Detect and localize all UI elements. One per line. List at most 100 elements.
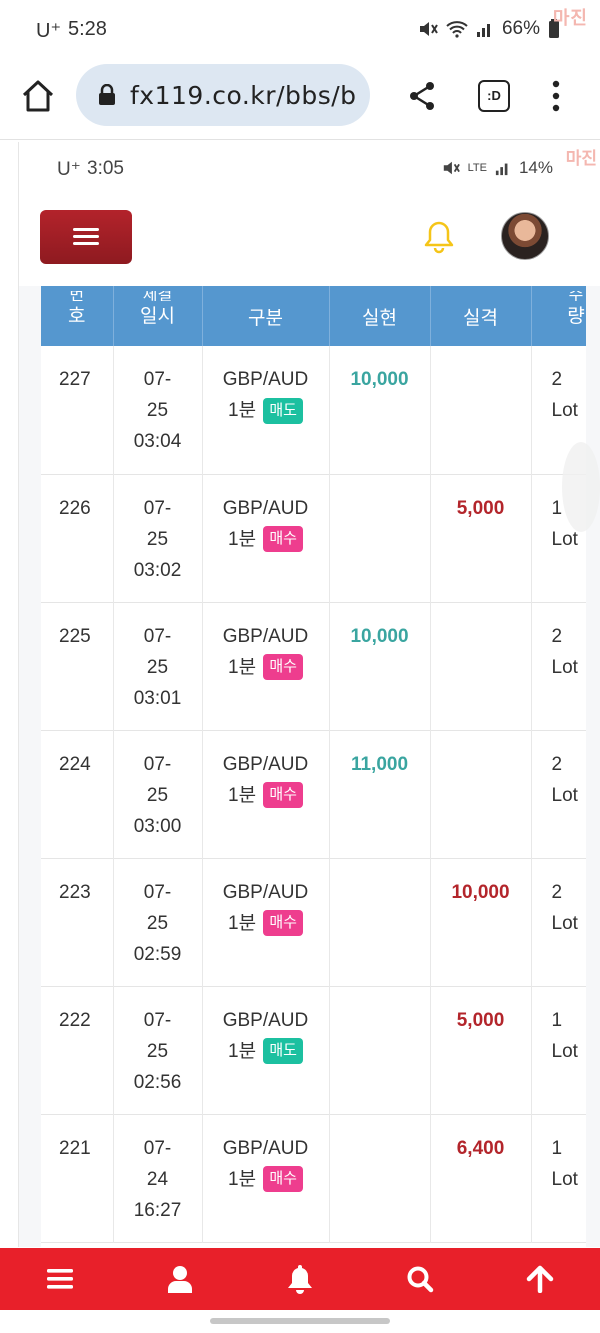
trade-type: GBP/AUD 1분 매도: [202, 986, 330, 1114]
side-badge: 매도: [263, 397, 303, 424]
trade-profit: [329, 474, 431, 602]
trade-loss: [430, 602, 532, 730]
mute-icon: [419, 22, 438, 36]
trade-profit: 10,000: [329, 602, 431, 730]
lock-icon: [99, 84, 115, 105]
trade-quantity: 1 Lot: [531, 986, 586, 1114]
trade-profit: 11,000: [329, 730, 431, 858]
network-label: LTE: [467, 162, 487, 174]
trade-history-table: 번호 체결 일시 구분 실현 실격 수량 227 07- 25 03:04 GBP/AUD…: [41, 286, 586, 1247]
trade-datetime: 07- 25 02:56: [113, 986, 203, 1114]
trade-datetime: 07- 25 03:01: [113, 602, 203, 730]
phone-status-bar: U⁺ 5:28 66% 마진: [0, 0, 600, 58]
trade-type: GBP/AUD 1분 매도: [202, 346, 330, 474]
trade-profit: 10,000: [329, 346, 431, 474]
trade-profit: [329, 986, 431, 1114]
col-header-no: 번호: [41, 286, 114, 346]
col-header-qty: 수량: [531, 286, 586, 346]
trade-loss: [430, 346, 532, 474]
trade-type: GBP/AUD 1분 매수: [202, 1114, 330, 1242]
watermark-logo: 마진: [565, 149, 597, 168]
trade-profit: [329, 1114, 431, 1242]
status-icons: 66%: [418, 18, 560, 40]
table-header-row: 번호 체결 일시 구분 실현 실격 수량: [41, 286, 586, 346]
inner-carrier: U⁺: [57, 159, 81, 180]
site-header: [19, 190, 600, 286]
table-row[interactable]: 222 07- 25 02:56 GBP/AUD 1분 매도 5,000 1 Lot: [41, 986, 586, 1114]
trade-quantity: 2 Lot: [531, 602, 586, 730]
trade-number: 226: [41, 474, 114, 602]
trade-datetime: 07- 25 02:59: [113, 858, 203, 986]
notification-bell-icon[interactable]: [423, 220, 455, 254]
embedded-screenshot: U⁺ 3:05 LTE 14% 마진 번호 체결 일시 구분 실현 실격 수 량…: [18, 142, 600, 1247]
menu-icon[interactable]: [40, 1259, 80, 1299]
gesture-handle[interactable]: [210, 1318, 390, 1324]
col-header-type: 구분: [202, 286, 330, 346]
watermark-logo: 마진: [552, 8, 588, 28]
trade-datetime: 07- 25 03:04: [113, 346, 203, 474]
trade-datetime: 07- 25 03:02: [113, 474, 203, 602]
side-badge: 매수: [263, 526, 303, 553]
inner-status-icons: LTE 14%: [442, 158, 553, 178]
trade-number: 222: [41, 986, 114, 1114]
browser-toolbar: fx119.co.kr/bbs/b :D: [0, 58, 600, 140]
trade-loss: 10,000: [430, 858, 532, 986]
trade-datetime: 07- 25 03:00: [113, 730, 203, 858]
arrow-up-icon[interactable]: [520, 1259, 560, 1299]
trade-number: 224: [41, 730, 114, 858]
trade-number: 223: [41, 858, 114, 986]
battery-percent: 66%: [501, 18, 540, 39]
bottom-navigation: [0, 1248, 600, 1310]
trade-loss: [430, 730, 532, 858]
scroll-handle[interactable]: [562, 442, 600, 532]
trade-type: GBP/AUD 1분 매수: [202, 602, 330, 730]
trade-type: GBP/AUD 1분 매수: [202, 730, 330, 858]
col-header-datetime: 체결 일시: [113, 286, 203, 346]
signal-icon: [476, 24, 490, 37]
side-badge: 매수: [263, 1166, 303, 1193]
trade-type: GBP/AUD 1분 매수: [202, 474, 330, 602]
side-badge: 매수: [263, 782, 303, 809]
trade-number: 225: [41, 602, 114, 730]
trade-type: GBP/AUD 1분 매수: [202, 858, 330, 986]
avatar[interactable]: [501, 212, 549, 260]
home-icon[interactable]: [20, 78, 56, 114]
table-row[interactable]: 223 07- 25 02:59 GBP/AUD 1분 매수 10,000 2 Lot: [41, 858, 586, 986]
table-row[interactable]: 225 07- 25 03:01 GBP/AUD 1분 매수 10,000 2 Lot: [41, 602, 586, 730]
mute-icon: [443, 161, 460, 175]
trade-loss: 6,400: [430, 1114, 532, 1242]
status-time: 5:28: [68, 18, 107, 40]
signal-icon: [495, 163, 508, 176]
trade-quantity: 2 Lot: [531, 858, 586, 986]
more-options-icon[interactable]: [544, 78, 568, 114]
carrier-label: U⁺: [36, 20, 61, 42]
trade-number: 221: [41, 1114, 114, 1242]
trade-number: 227: [41, 346, 114, 474]
table-row[interactable]: 226 07- 25 03:02 GBP/AUD 1분 매수 5,000 1 Lot: [41, 474, 586, 602]
table-row[interactable]: 224 07- 25 03:00 GBP/AUD 1분 매수 11,000 2 Lot: [41, 730, 586, 858]
trade-quantity: 2 Lot: [531, 730, 586, 858]
gesture-area: [0, 1310, 600, 1333]
url-text: fx119.co.kr/bbs/b: [130, 81, 357, 110]
col-header-loss: 실격: [430, 286, 532, 346]
trade-quantity: 1 Lot: [531, 1114, 586, 1242]
trade-datetime: 07- 24 16:27: [113, 1114, 203, 1242]
side-badge: 매수: [263, 654, 303, 681]
address-bar[interactable]: fx119.co.kr/bbs/b: [76, 64, 370, 126]
tab-switcher-button[interactable]: :D: [478, 80, 510, 112]
inner-time: 3:05: [87, 158, 124, 179]
bell-icon[interactable]: [280, 1259, 320, 1299]
trade-loss: 5,000: [430, 986, 532, 1114]
wifi-icon: [446, 21, 468, 38]
table-row[interactable]: 227 07- 25 03:04 GBP/AUD 1분 매도 10,000 2 Lot: [41, 346, 586, 474]
trade-profit: [329, 858, 431, 986]
search-icon[interactable]: [400, 1259, 440, 1299]
side-badge: 매도: [263, 1038, 303, 1065]
share-icon[interactable]: [406, 80, 438, 112]
inner-battery: 14%: [518, 158, 553, 177]
trade-loss: 5,000: [430, 474, 532, 602]
side-badge: 매수: [263, 910, 303, 937]
user-icon[interactable]: [160, 1259, 200, 1299]
site-menu-button[interactable]: [40, 210, 132, 264]
table-row[interactable]: 221 07- 24 16:27 GBP/AUD 1분 매수 6,400 1 Lot: [41, 1114, 586, 1242]
